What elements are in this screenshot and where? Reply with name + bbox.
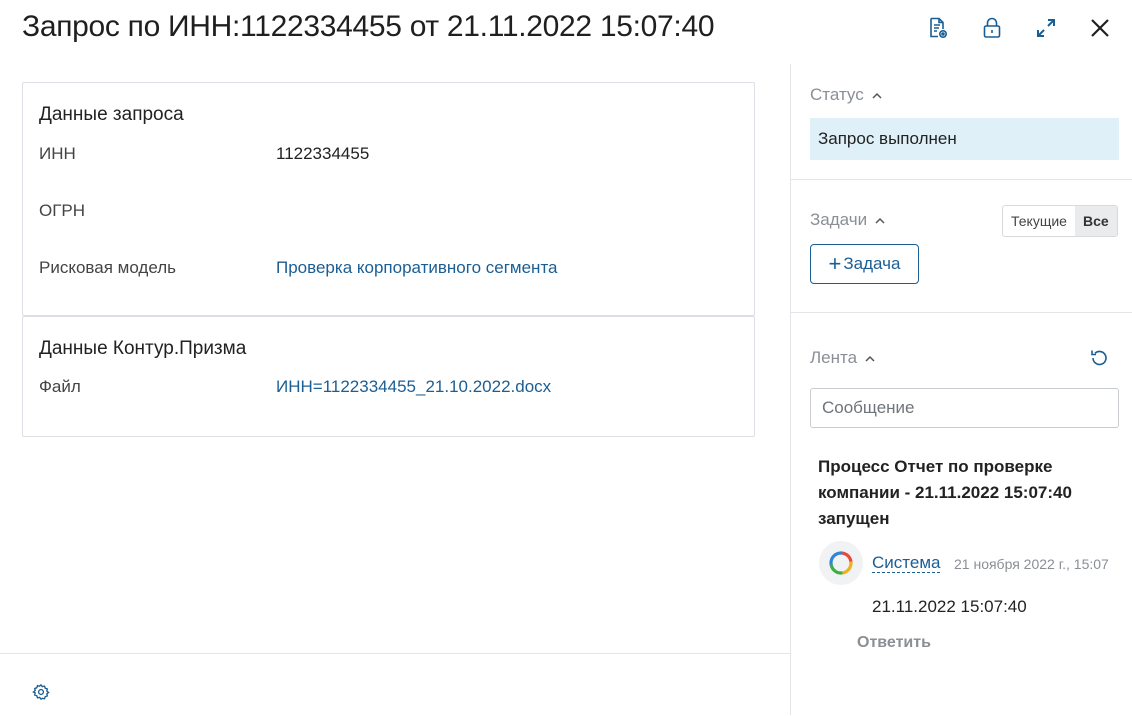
- lock-icon[interactable]: [978, 14, 1006, 42]
- divider: [791, 312, 1132, 313]
- document-settings-icon[interactable]: [924, 14, 952, 42]
- avatar: [819, 541, 863, 585]
- status-section-title: Статус: [810, 85, 864, 104]
- left-footer: [0, 653, 790, 716]
- feed-timestamp: 21 ноября 2022 г., 15:07: [954, 556, 1109, 572]
- kontur-card-title: Данные Контур.Призма: [39, 338, 247, 359]
- add-task-button[interactable]: + Задача: [810, 244, 919, 284]
- inn-value: 1122334455: [276, 144, 370, 163]
- ogrn-label: ОГРН: [39, 201, 86, 220]
- divider: [791, 179, 1132, 180]
- feed-post-body: 21.11.2022 15:07:40: [872, 597, 1027, 616]
- feed-section-header[interactable]: Лента: [810, 348, 875, 368]
- request-card-title: Данные запроса: [39, 104, 184, 125]
- refresh-icon[interactable]: [1089, 348, 1109, 373]
- risk-model-label: Рисковая модель: [39, 258, 176, 277]
- status-badge: Запрос выполнен: [810, 118, 1119, 160]
- page-title: Запрос по ИНН:1122334455 от 21.11.2022 1…: [22, 10, 715, 43]
- feed-entry-text: Процесс Отчет по проверке компании - 21.…: [818, 457, 1072, 528]
- message-input[interactable]: [810, 388, 1119, 428]
- add-task-label: Задача: [843, 254, 901, 273]
- feed-section-title: Лента: [810, 348, 858, 367]
- tasks-section-title: Задачи: [810, 210, 868, 229]
- expand-icon[interactable]: [1032, 14, 1060, 42]
- file-label: Файл: [39, 377, 81, 396]
- chevron-up-icon: [872, 92, 882, 99]
- status-section-header[interactable]: Статус: [810, 85, 882, 105]
- tasks-filter-toggle: Текущие Все: [1002, 205, 1118, 237]
- chevron-up-icon: [875, 217, 885, 224]
- kontur-data-card: Данные Контур.Призма Файл ИНН=1122334455…: [22, 316, 755, 437]
- filter-current-button[interactable]: Текущие: [1003, 206, 1075, 236]
- filter-all-button[interactable]: Все: [1074, 206, 1117, 236]
- inn-label: ИНН: [39, 144, 76, 163]
- close-icon[interactable]: [1086, 14, 1114, 42]
- feed-author-link[interactable]: Система: [872, 553, 941, 573]
- status-value: Запрос выполнен: [818, 129, 957, 148]
- reply-button[interactable]: Ответить: [857, 634, 931, 652]
- tasks-section-header[interactable]: Задачи: [810, 210, 885, 230]
- right-sidebar: Статус Запрос выполнен Задачи Текущие Вс…: [790, 64, 1132, 715]
- plus-icon: +: [828, 251, 842, 276]
- file-link[interactable]: ИНН=1122334455_21.10.2022.docx: [276, 377, 551, 397]
- risk-model-link[interactable]: Проверка корпоративного сегмента: [276, 258, 558, 278]
- header-toolbar: [924, 14, 1114, 42]
- chevron-up-icon: [865, 355, 875, 362]
- gear-icon[interactable]: [32, 683, 50, 706]
- request-data-card: Данные запроса ИНН 1122334455 ОГРН Риско…: [22, 82, 755, 316]
